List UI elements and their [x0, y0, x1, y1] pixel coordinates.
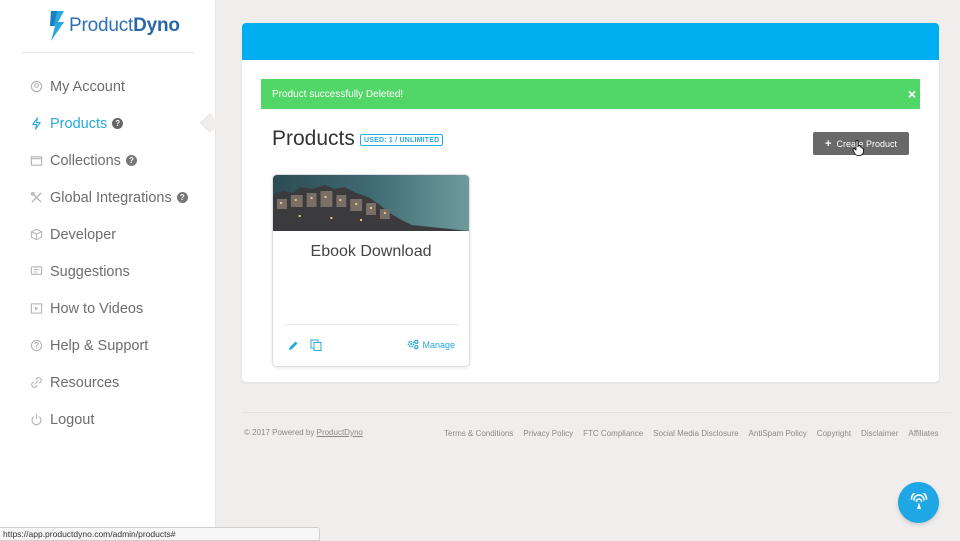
user-icon [29, 80, 43, 94]
tools-icon [29, 191, 43, 205]
sidebar-item-suggestions[interactable]: Suggestions [0, 253, 216, 290]
support-chat-button[interactable] [898, 482, 939, 523]
sidebar-item-label: Collections [50, 152, 121, 169]
logo-divider [22, 52, 194, 53]
pencil-icon[interactable] [288, 340, 299, 351]
sidebar-item-label: Resources [50, 374, 120, 391]
folder-icon [29, 154, 43, 168]
productdyno-link[interactable]: ProductDyno [317, 428, 363, 437]
sidebar-item-how-to-videos[interactable]: How to Videos [0, 290, 216, 327]
page-title: Products [272, 127, 355, 150]
sidebar-item-label: Developer [50, 226, 117, 243]
brand-name: ProductDyno [69, 15, 180, 36]
card-actions: Manage [273, 338, 469, 354]
manage-label: Manage [422, 339, 455, 350]
sidebar-item-resources[interactable]: Resources [0, 364, 216, 401]
footer-link-social-disclosure[interactable]: Social Media Disclosure [653, 429, 738, 438]
footer-links: Terms & Conditions Privacy Policy FTC Co… [444, 429, 938, 438]
sidebar-item-my-account[interactable]: My Account [0, 68, 216, 105]
sidebar-item-logout[interactable]: Logout [0, 401, 216, 438]
product-card[interactable]: Ebook Download Manage [272, 174, 470, 367]
power-icon [29, 413, 43, 427]
usage-badge: USED: 1 / UNLIMITED [360, 134, 444, 146]
gears-icon [408, 339, 419, 350]
sidebar-item-developer[interactable]: Developer [0, 216, 216, 253]
sidebar-item-label: Suggestions [50, 263, 130, 280]
sidebar-item-help-support[interactable]: Help & Support [0, 327, 216, 364]
footer-link-terms[interactable]: Terms & Conditions [444, 429, 513, 438]
create-product-label: Create Product [836, 138, 897, 149]
footer-divider [242, 412, 951, 413]
plus-icon: + [825, 137, 832, 150]
manage-link[interactable]: Manage [407, 339, 455, 350]
footer-link-disclaimer[interactable]: Disclaimer [861, 429, 898, 438]
signal-pin-icon [910, 492, 927, 509]
sidebar-item-products[interactable]: Products ? [0, 105, 216, 142]
footer-link-antispam[interactable]: AntiSpam Policy [749, 429, 807, 438]
alert-message: Product successfully Deleted! [272, 88, 404, 100]
link-icon [29, 376, 43, 390]
sidebar-item-label: How to Videos [50, 300, 144, 317]
success-alert: Product successfully Deleted! × [261, 79, 920, 109]
footer-link-ftc[interactable]: FTC Compliance [583, 429, 643, 438]
sidebar-item-global-integrations[interactable]: Global Integrations ? [0, 179, 216, 216]
sidebar-nav: My Account Products ? Collections ? Glob… [0, 68, 216, 438]
video-icon [29, 302, 43, 316]
comment-icon [29, 265, 43, 279]
sidebar-item-label: Products [50, 115, 108, 132]
bolt-logo-icon [50, 11, 64, 41]
copyright: © 2017 Powered by ProductDyno [244, 428, 363, 437]
sidebar: ProductDyno My Account Products ? Collec… [0, 0, 216, 541]
sidebar-item-label: Global Integrations [50, 189, 172, 206]
product-thumbnail [273, 175, 469, 231]
brand-logo[interactable]: ProductDyno [48, 11, 180, 41]
card-divider [284, 324, 459, 325]
question-circle-icon [29, 339, 43, 353]
panel-header [242, 23, 939, 60]
help-icon[interactable]: ? [112, 118, 124, 129]
help-icon[interactable]: ? [176, 192, 188, 203]
footer-link-privacy[interactable]: Privacy Policy [523, 429, 573, 438]
product-title: Ebook Download [310, 243, 432, 260]
help-icon[interactable]: ? [125, 155, 137, 166]
sidebar-item-collections[interactable]: Collections ? [0, 142, 216, 179]
sidebar-item-label: My Account [50, 78, 125, 95]
cube-icon [29, 228, 43, 242]
sidebar-item-label: Logout [50, 411, 95, 428]
copy-icon[interactable] [310, 339, 322, 351]
products-panel: Product successfully Deleted! × Products… [242, 23, 939, 382]
alert-close-button[interactable]: × [908, 87, 916, 101]
footer-link-copyright[interactable]: Copyright [817, 429, 851, 438]
sidebar-item-label: Help & Support [50, 337, 149, 354]
hand-cursor-icon [852, 140, 864, 156]
footer-link-affiliates[interactable]: Affiliates [908, 429, 938, 438]
browser-status-url: https://app.productdyno.com/admin/produc… [0, 527, 320, 541]
copyright-text: © 2017 Powered by [244, 428, 317, 437]
bolt-icon [29, 117, 43, 131]
